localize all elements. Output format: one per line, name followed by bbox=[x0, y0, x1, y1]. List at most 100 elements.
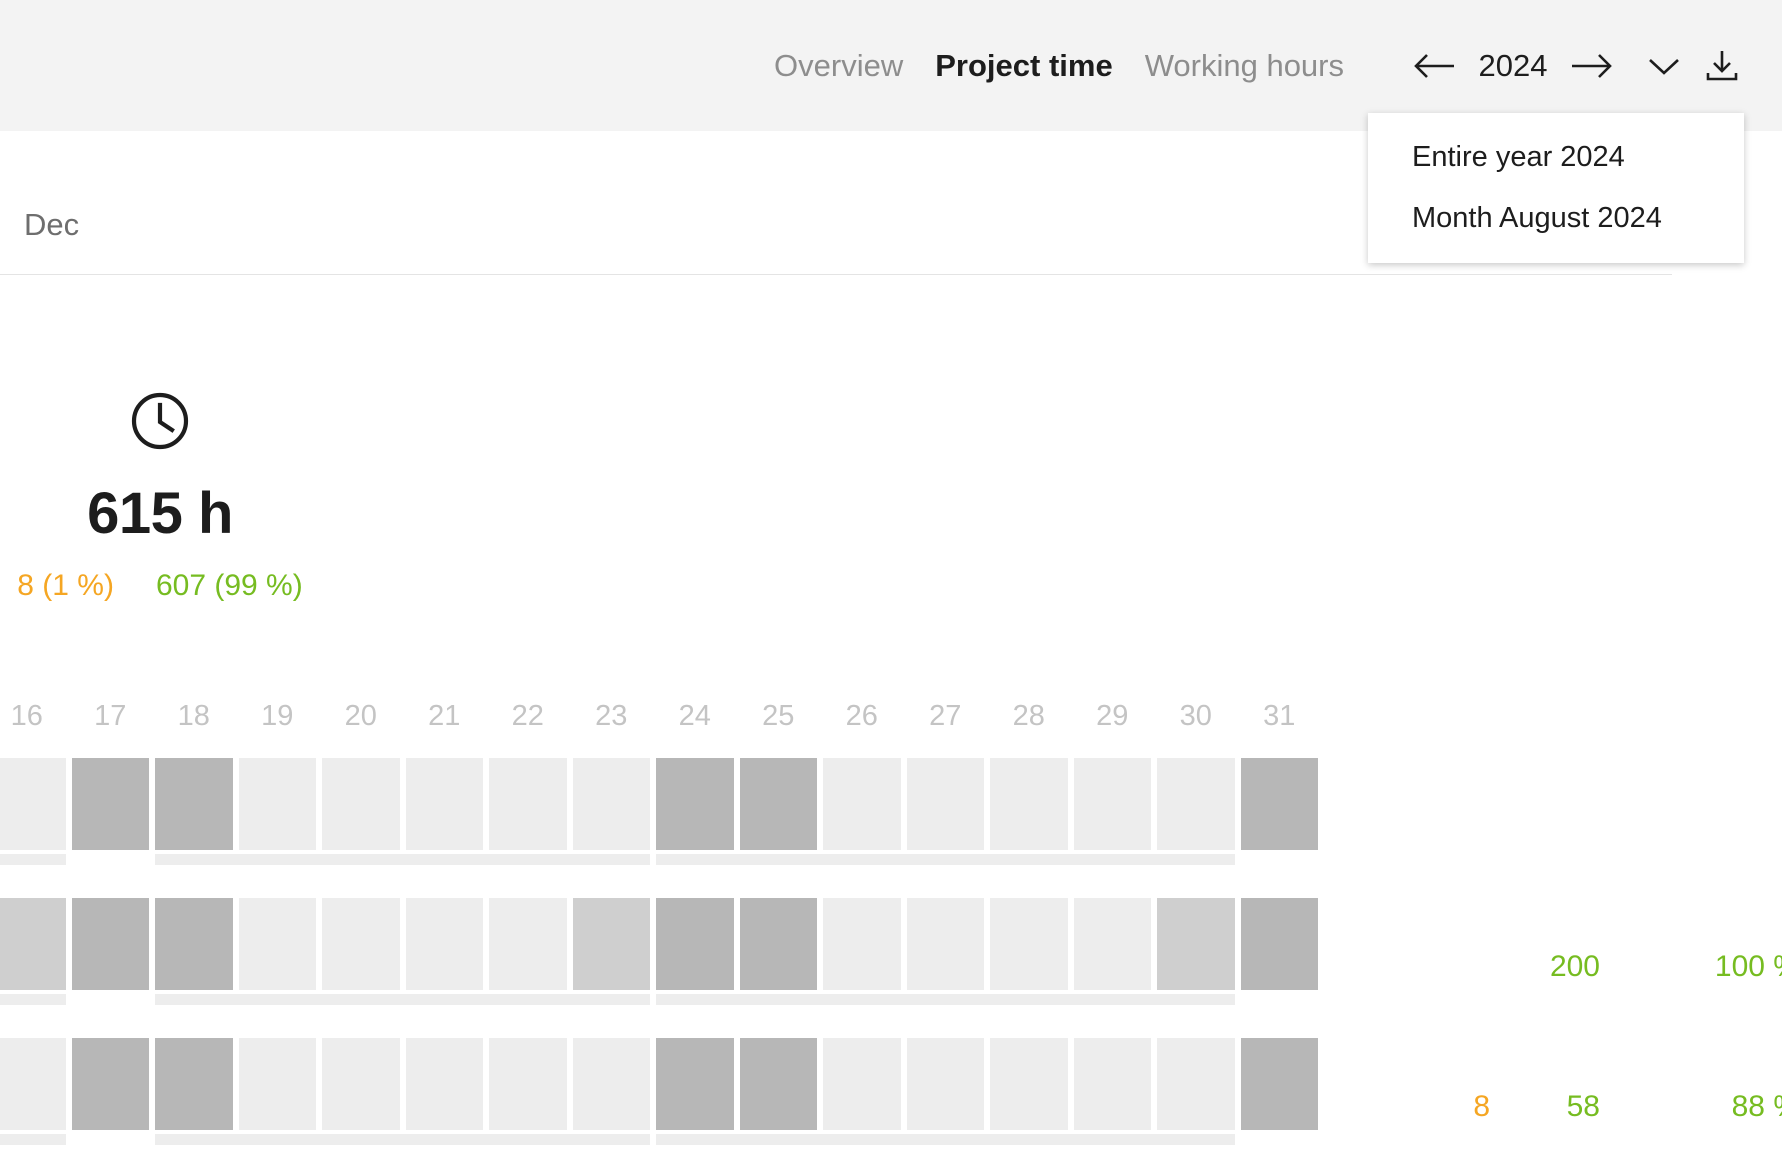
calendar-cell[interactable] bbox=[489, 1038, 567, 1130]
row-stat-value: 100 % bbox=[1600, 950, 1782, 984]
chevron-down-icon[interactable] bbox=[1636, 39, 1692, 93]
calendar-cell[interactable] bbox=[990, 1038, 1068, 1130]
total-hours: 615 h bbox=[0, 480, 320, 547]
calendar-cell[interactable] bbox=[322, 898, 400, 990]
calendar-cell[interactable] bbox=[740, 758, 818, 850]
calendar-cell[interactable] bbox=[1241, 1038, 1319, 1130]
calendar-cell[interactable] bbox=[573, 758, 651, 850]
calendar-cell[interactable] bbox=[406, 1038, 484, 1130]
calendar-cell[interactable] bbox=[1157, 898, 1235, 990]
download-icon[interactable] bbox=[1698, 39, 1746, 93]
week-underline bbox=[155, 1134, 650, 1145]
week-underline bbox=[155, 994, 650, 1005]
bar-row-2: 200100 % bbox=[0, 898, 1347, 1028]
day-number-22: 22 bbox=[489, 700, 567, 733]
calendar-cell[interactable] bbox=[72, 758, 150, 850]
app-header: Overview Project time Working hours 2024 bbox=[0, 0, 1782, 131]
week-underline bbox=[656, 1134, 1235, 1145]
calendar-cell[interactable] bbox=[155, 758, 233, 850]
week-underline bbox=[0, 994, 66, 1005]
day-number-26: 26 bbox=[823, 700, 901, 733]
calendar-cell[interactable] bbox=[656, 1038, 734, 1130]
bar-row-1 bbox=[0, 758, 1347, 888]
calendar-cell[interactable] bbox=[0, 758, 66, 850]
summary-block: 615 h 8 (1 %) 607 (99 %) bbox=[0, 390, 320, 603]
calendar-cell[interactable] bbox=[322, 758, 400, 850]
calendar-cell[interactable] bbox=[990, 758, 1068, 850]
calendar-cell[interactable] bbox=[823, 1038, 901, 1130]
calendar-cell[interactable] bbox=[0, 898, 66, 990]
day-number-19: 19 bbox=[239, 700, 317, 733]
calendar-cell[interactable] bbox=[72, 898, 150, 990]
week-underline bbox=[656, 994, 1235, 1005]
day-number-25: 25 bbox=[740, 700, 818, 733]
tab-working-hours[interactable]: Working hours bbox=[1129, 50, 1360, 81]
year-navigation: 2024 bbox=[1408, 39, 1746, 93]
calendar-cell[interactable] bbox=[907, 758, 985, 850]
week-underline bbox=[656, 854, 1235, 865]
tab-overview[interactable]: Overview bbox=[758, 50, 919, 81]
calendar-cell[interactable] bbox=[406, 758, 484, 850]
calendar-cell[interactable] bbox=[740, 1038, 818, 1130]
tab-project-time[interactable]: Project time bbox=[919, 50, 1128, 81]
day-number-23: 23 bbox=[573, 700, 651, 733]
calendar-cell[interactable] bbox=[1157, 1038, 1235, 1130]
calendar-cell[interactable] bbox=[823, 758, 901, 850]
header-controls: Overview Project time Working hours 2024 bbox=[758, 0, 1782, 131]
calendar-cell[interactable] bbox=[573, 1038, 651, 1130]
dropdown-item-month[interactable]: Month August 2024 bbox=[1368, 188, 1744, 249]
clock-icon bbox=[0, 390, 320, 452]
day-number-29: 29 bbox=[1074, 700, 1152, 733]
row-stats: 200100 % bbox=[1380, 950, 1782, 984]
month-label: Dec bbox=[24, 207, 79, 243]
row-stats: 85888 % bbox=[1380, 1090, 1782, 1124]
calendar-cell[interactable] bbox=[1157, 758, 1235, 850]
day-number-24: 24 bbox=[656, 700, 734, 733]
calendar-cell[interactable] bbox=[656, 898, 734, 990]
row-stat-value: 200 bbox=[1380, 950, 1600, 984]
calendar-cell[interactable] bbox=[1074, 1038, 1152, 1130]
calendar-cell[interactable] bbox=[907, 898, 985, 990]
calendar-cell[interactable] bbox=[573, 898, 651, 990]
arrow-left-icon[interactable] bbox=[1408, 39, 1462, 93]
day-number-27: 27 bbox=[907, 700, 985, 733]
calendar-cell[interactable] bbox=[1074, 898, 1152, 990]
day-number-28: 28 bbox=[990, 700, 1068, 733]
summary-breakdown: 8 (1 %) 607 (99 %) bbox=[0, 569, 320, 603]
calendar-cell[interactable] bbox=[155, 1038, 233, 1130]
dropdown-item-entire-year[interactable]: Entire year 2024 bbox=[1368, 127, 1744, 188]
calendar-cell[interactable] bbox=[239, 758, 317, 850]
day-number-21: 21 bbox=[406, 700, 484, 733]
calendar-cell[interactable] bbox=[489, 898, 567, 990]
summary-ok-value: 607 (99 %) bbox=[156, 569, 303, 603]
calendar-cell[interactable] bbox=[239, 1038, 317, 1130]
calendar-cell[interactable] bbox=[1241, 758, 1319, 850]
calendar-cell[interactable] bbox=[990, 898, 1068, 990]
calendar-cell[interactable] bbox=[155, 898, 233, 990]
calendar-cell[interactable] bbox=[740, 898, 818, 990]
calendar-cell[interactable] bbox=[823, 898, 901, 990]
arrow-right-icon[interactable] bbox=[1564, 39, 1618, 93]
calendar-cell[interactable] bbox=[0, 1038, 66, 1130]
row-stat-value: 8 bbox=[1380, 1090, 1490, 1124]
day-number-header: 16171819202122232425262728293031 bbox=[0, 700, 1347, 748]
calendar-cell[interactable] bbox=[406, 898, 484, 990]
row-stat-value: 88 % bbox=[1600, 1090, 1782, 1124]
day-number-16: 16 bbox=[0, 700, 66, 733]
calendar-cell[interactable] bbox=[239, 898, 317, 990]
calendar-cell[interactable] bbox=[656, 758, 734, 850]
day-number-31: 31 bbox=[1241, 700, 1319, 733]
calendar-cell[interactable] bbox=[72, 1038, 150, 1130]
calendar-cell[interactable] bbox=[907, 1038, 985, 1130]
calendar-cell[interactable] bbox=[1241, 898, 1319, 990]
nav-tabs: Overview Project time Working hours bbox=[758, 50, 1360, 81]
day-number-18: 18 bbox=[155, 700, 233, 733]
day-number-17: 17 bbox=[72, 700, 150, 733]
row-stat-value: 58 bbox=[1490, 1090, 1600, 1124]
calendar-cell[interactable] bbox=[489, 758, 567, 850]
calendar-cell[interactable] bbox=[322, 1038, 400, 1130]
calendar-cell[interactable] bbox=[1074, 758, 1152, 850]
bar-row-3: 85888 % bbox=[0, 1038, 1347, 1168]
year-label: 2024 bbox=[1470, 48, 1556, 84]
calendar-chart: 16171819202122232425262728293031 200100 … bbox=[0, 700, 1347, 1168]
